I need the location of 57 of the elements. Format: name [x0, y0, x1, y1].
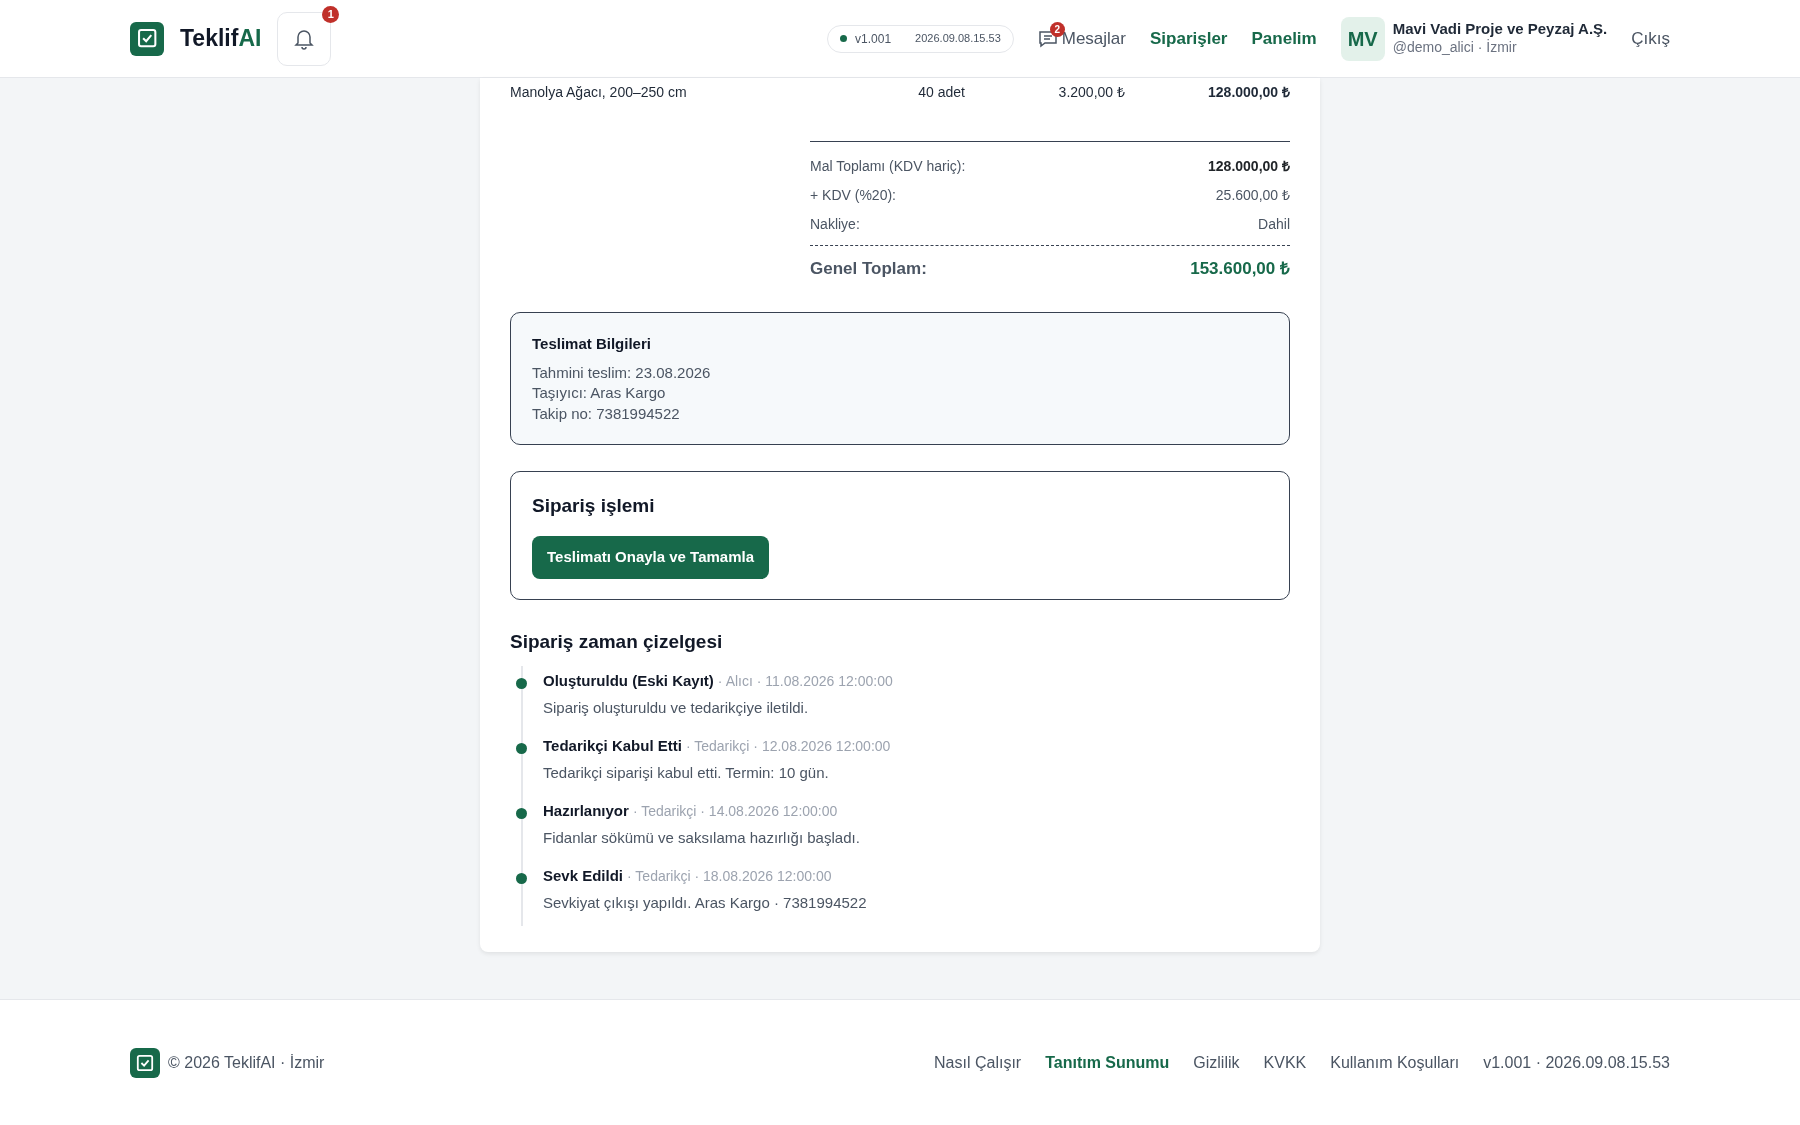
- notification-count: 1: [322, 5, 340, 23]
- event-note: Sipariş oluşturuldu ve tedarikçiye iletildi.: [543, 697, 810, 718]
- event-meta: · Alıcı · 11.08.2026 12:00:00: [717, 672, 893, 692]
- quantity: 40 adet: [917, 83, 965, 102]
- logo-icon: [130, 1047, 160, 1078]
- product-name: Manolya Ağacı, 200–250 cm: [510, 83, 688, 102]
- version-number: v1.001: [855, 30, 892, 48]
- footer-version: v1.001 · 2026.09.08.15.53: [1483, 1052, 1670, 1073]
- delivery-line: Tahmini teslim: 23.08.2026: [532, 363, 712, 383]
- event-status: Tedarikçi Kabul Etti: [543, 736, 682, 757]
- event-note: Sevkiyat çıkışı yapıldı. Aras Kargo · 7381994522: [543, 892, 868, 913]
- delivery-title: Teslimat Bilgileri: [532, 333, 652, 354]
- status-dot: [840, 35, 848, 42]
- avatar: MV: [1340, 16, 1385, 61]
- event-status: Sevk Edildi: [543, 866, 624, 887]
- logo-icon: [130, 21, 164, 56]
- event-meta: · Tedarikçi · 14.08.2026 12:00:00: [632, 802, 838, 822]
- timeline-title: Sipariş zaman çizelgesi: [510, 629, 724, 654]
- total-label: Nakliye:: [810, 215, 860, 234]
- timeline-dot: [516, 678, 527, 690]
- build-number: 2026.09.08.15.53: [915, 31, 1001, 47]
- logout-link[interactable]: Çıkış: [1631, 25, 1670, 52]
- grand-total-value: 153.600,00 ₺: [1190, 258, 1290, 280]
- timeline-dot: [516, 808, 527, 820]
- notifications-button[interactable]: [277, 11, 332, 66]
- total-value: Dahil: [1258, 215, 1290, 234]
- line-total: 128.000,00 ₺: [1207, 83, 1290, 102]
- event-meta: · Tedarikçi · 18.08.2026 12:00:00: [627, 867, 832, 887]
- unit-price: 3.200,00 ₺: [1057, 83, 1125, 102]
- delivery-line: Takip no: 7381994522: [532, 403, 681, 424]
- footer-link[interactable]: Tanıtım Sunumu: [1045, 1050, 1170, 1075]
- user-name: Mavi Vadi Proje ve Peyzaj A.Ş.: [1392, 20, 1608, 39]
- total-value: 128.000,00 ₺: [1208, 157, 1290, 176]
- delivery-line: Taşıyıcı: Aras Kargo: [532, 383, 667, 404]
- user-handle: @demo_alici · İzmir: [1392, 39, 1518, 57]
- grand-total-label: Genel Toplam:: [810, 258, 927, 280]
- event-note: Fidanlar sökümü ve saksılama hazırlığı başladı.: [543, 827, 861, 848]
- total-label: + KDV (%20):: [810, 186, 896, 205]
- footer-link[interactable]: KVKK: [1263, 1050, 1307, 1075]
- total-value: 25.600,00 ₺: [1215, 186, 1290, 205]
- bell-icon: [294, 27, 315, 50]
- timeline-dot: [516, 743, 527, 755]
- footer-link[interactable]: Kullanım Koşulları: [1330, 1050, 1460, 1075]
- event-note: Tedarikçi siparişi kabul etti. Termin: 10 gün.: [543, 762, 830, 783]
- brand-name: TeklifAI: [180, 24, 262, 54]
- action-title: Sipariş işlemi: [532, 493, 656, 518]
- nav-link[interactable]: Siparişler: [1150, 25, 1228, 52]
- event-meta: · Tedarikçi · 12.08.2026 12:00:00: [685, 737, 891, 757]
- confirm-delivery-button[interactable]: Teslimatı Onayla ve Tamamla: [532, 536, 770, 579]
- event-status: Hazırlanıyor: [543, 801, 629, 822]
- copyright: © 2026 TeklifAI · İzmir: [168, 1052, 325, 1073]
- footer-link[interactable]: Nasıl Çalışır: [934, 1050, 1022, 1075]
- total-label: Mal Toplamı (KDV hariç):: [810, 157, 966, 176]
- footer-link[interactable]: Gizlilik: [1193, 1050, 1240, 1075]
- event-status: Oluşturuldu (Eski Kayıt): [543, 671, 714, 692]
- nav-link[interactable]: Panelim: [1251, 25, 1317, 52]
- timeline-dot: [516, 873, 527, 885]
